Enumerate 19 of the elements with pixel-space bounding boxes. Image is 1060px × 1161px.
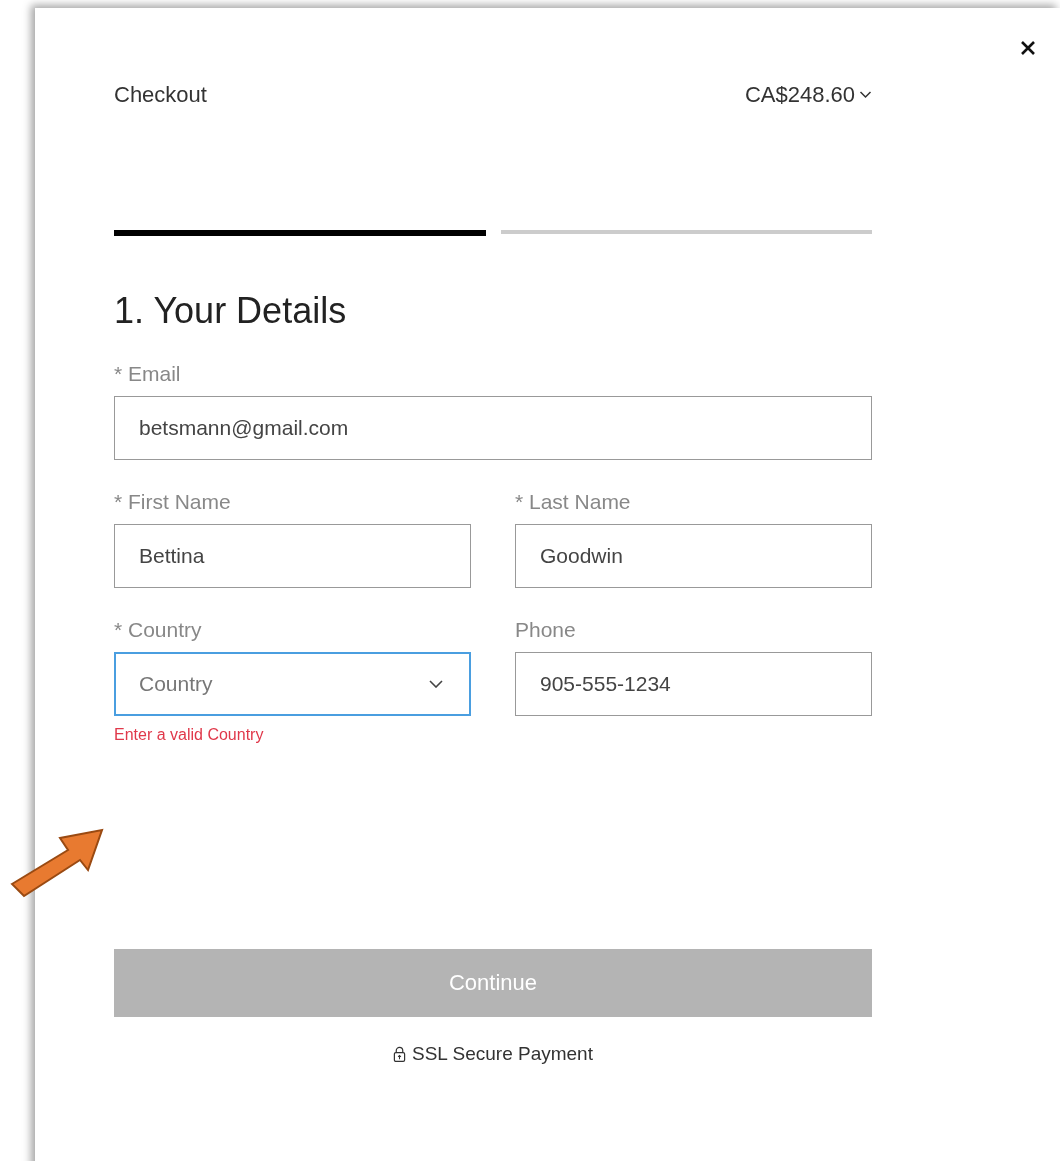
input-field[interactable]: Goodwin (515, 524, 872, 588)
field-label: * First Name (114, 490, 232, 514)
checkout-title: Checkout (114, 82, 207, 108)
section-heading: 1. Your Details (114, 290, 348, 332)
order-total-toggle[interactable]: CA$248.60 (744, 82, 872, 108)
field-label: * Email (114, 362, 182, 386)
input-field[interactable]: betsmann@gmail.com (114, 396, 872, 460)
lock-icon (393, 1045, 406, 1063)
caret-icon (859, 91, 872, 99)
field-label: Phone (515, 618, 577, 642)
field-label: * Last Name (515, 490, 632, 514)
country-select[interactable]: Country (114, 652, 471, 716)
input-field[interactable]: Bettina (114, 524, 471, 588)
chevron-icon (429, 680, 443, 688)
secure-payment-note: SSL Secure Payment (412, 1043, 593, 1065)
close-icon[interactable] (1020, 40, 1036, 56)
input-field[interactable]: 905-555-1234 (515, 652, 872, 716)
field-label: * Country (114, 618, 203, 642)
error-message: Enter a valid Country (114, 726, 264, 744)
